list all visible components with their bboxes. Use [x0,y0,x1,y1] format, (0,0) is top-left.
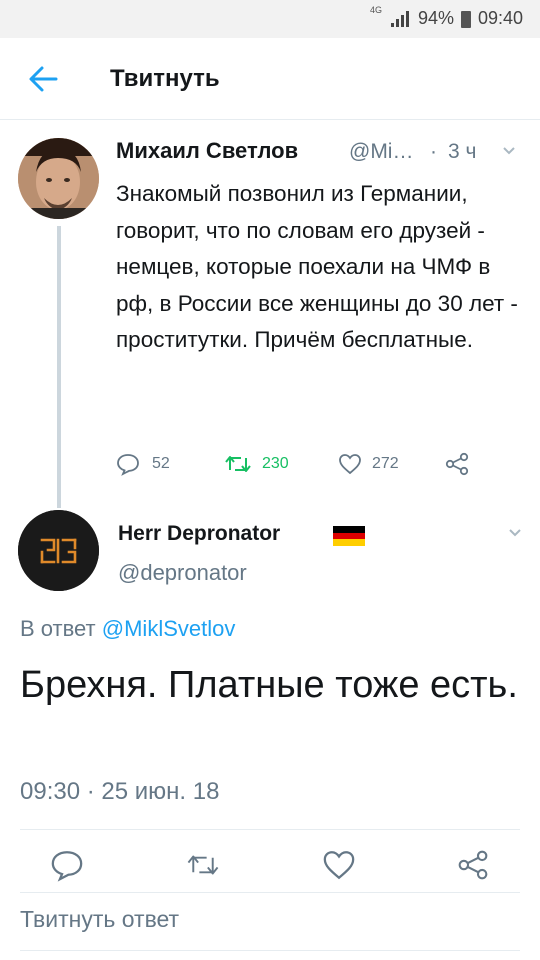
back-arrow-icon[interactable] [26,62,60,96]
divider [20,892,520,893]
tweet-text: Знакомый позвонил из Германии, говорит, … [116,181,518,352]
author-handle[interactable]: @depronator [118,560,247,586]
divider [20,950,520,951]
reply-button[interactable]: 52 [116,450,186,478]
tweet-time: 3 ч [448,140,477,163]
chevron-down-icon[interactable] [502,146,516,156]
retweet-button[interactable]: 230 [224,450,304,478]
author-handle[interactable]: @Mi… [349,140,413,164]
retweet-count: 230 [262,455,289,472]
network-indicator: 4G [370,5,383,15]
avatar-portrait [18,138,99,219]
reply-button[interactable] [50,848,84,882]
tweet-actions [0,848,540,882]
retweet-icon [187,855,219,875]
page-title: Твитнуть [110,65,220,92]
share-icon [445,452,469,476]
like-icon [323,851,355,880]
germany-flag-icon [333,526,365,546]
like-button[interactable] [322,848,356,882]
author-name[interactable]: Михаил Светлов [116,138,298,164]
reply-context: В ответ @MiklSvetlov [20,616,235,642]
share-icon [458,850,488,880]
reply-target-link[interactable]: @MiklSvetlov [102,616,236,641]
separator-dot: · [430,140,437,163]
like-button[interactable]: 272 [338,450,418,478]
app-header: Твитнуть [0,38,540,120]
reply-icon [117,454,139,476]
tweet-actions: 52 230 272 [116,450,496,478]
status-bar: 4G 94% 09:40 [0,0,540,38]
battery-percent: 94% [418,8,455,28]
reply-count: 52 [152,455,170,472]
like-icon [339,454,361,475]
tweet-text: Брехня. Платные тоже есть. [20,664,518,706]
reply-prefix: В ответ [20,616,96,641]
retweet-button[interactable] [186,848,220,882]
share-button[interactable] [444,450,472,478]
like-count: 272 [372,455,399,472]
divider [20,829,520,830]
avatar[interactable] [18,138,99,219]
reply-icon [51,851,83,882]
status-time: 09:40 [478,8,524,28]
retweet-icon [225,456,251,472]
avatar[interactable] [18,510,99,591]
battery-icon [461,11,471,28]
rammstein-logo-icon [18,510,99,591]
chevron-down-icon[interactable] [508,528,522,538]
share-button[interactable] [456,848,490,882]
author-name[interactable]: Herr Depronator [118,522,280,546]
signal-icon [391,11,409,27]
thread-connector-line [57,226,61,508]
tweet-timestamp: 09:30 · 25 июн. 18 [20,778,220,805]
reply-composer-input[interactable]: Твитнуть ответ [20,906,179,933]
